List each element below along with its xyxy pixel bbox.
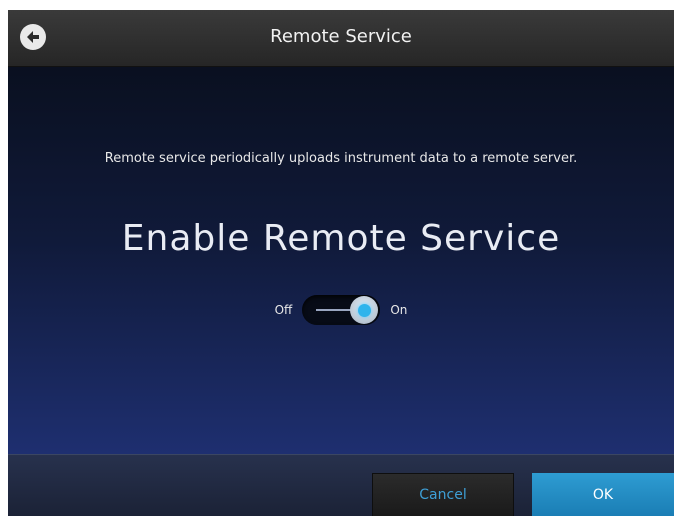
enable-remote-service-heading: Enable Remote Service (121, 218, 561, 259)
cancel-button[interactable]: Cancel (372, 473, 514, 516)
title-bar: Remote Service (8, 10, 674, 67)
ok-button[interactable]: OK (532, 473, 674, 516)
main-content: Remote service periodically uploads inst… (8, 67, 674, 454)
remote-service-toggle[interactable] (302, 295, 381, 325)
toggle-on-label: On (390, 303, 408, 317)
remote-service-screen: Remote Service Remote service periodical… (8, 10, 674, 516)
page-title: Remote Service (270, 26, 412, 47)
toggle-row: Off On (8, 294, 674, 326)
toggle-indicator-dot (357, 303, 371, 317)
footer-bar: Cancel OK (8, 454, 674, 516)
description-text: Remote service periodically uploads inst… (104, 151, 578, 166)
toggle-off-label: Off (274, 303, 293, 317)
toggle-knob[interactable] (350, 296, 379, 324)
